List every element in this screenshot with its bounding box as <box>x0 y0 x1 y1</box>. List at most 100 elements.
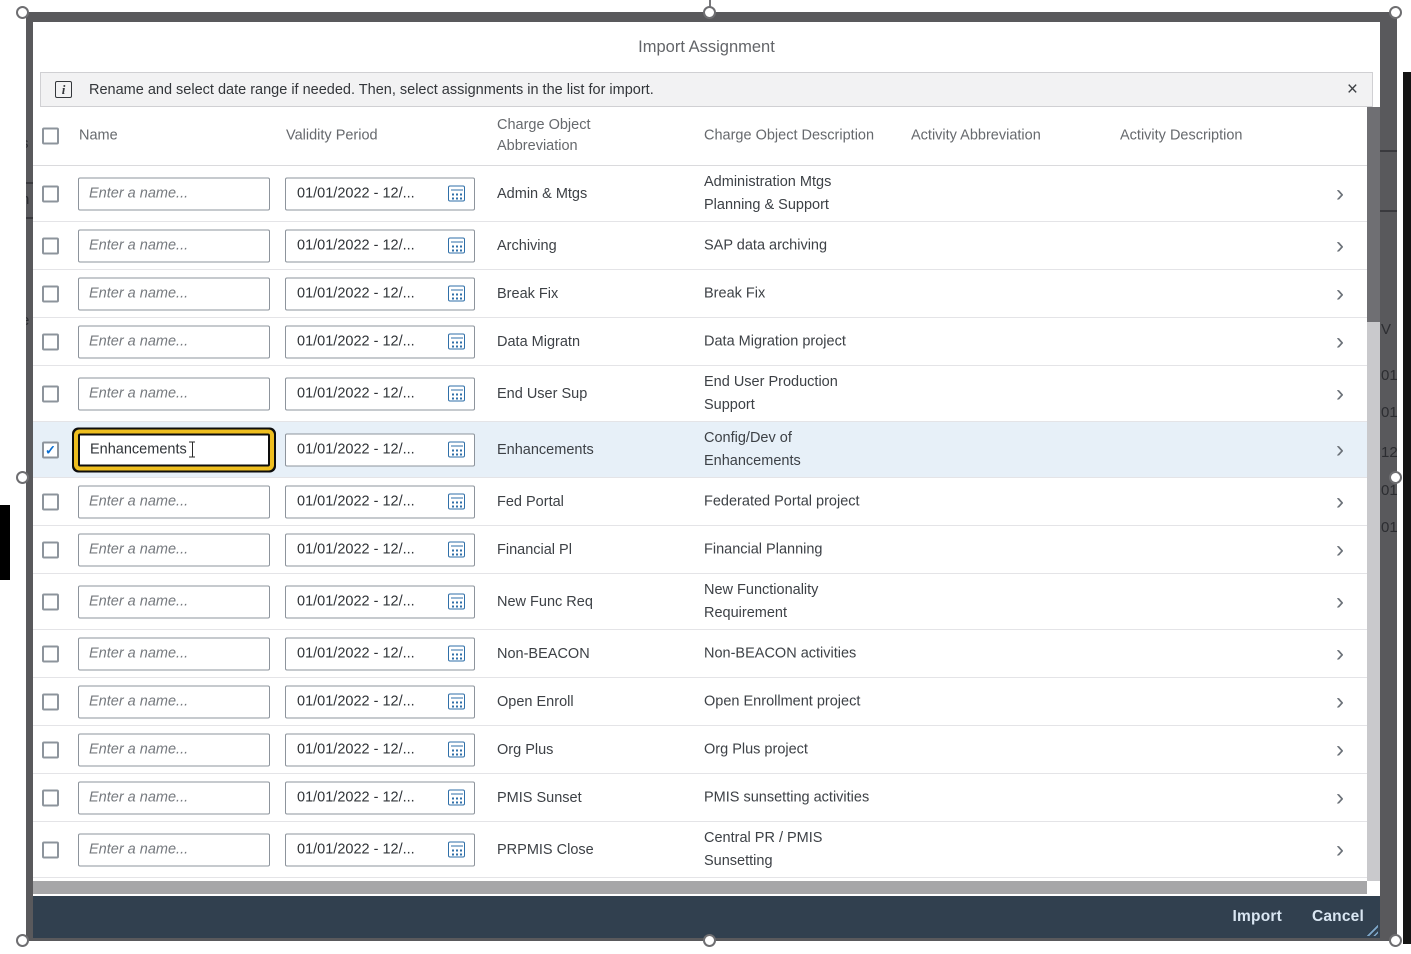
calendar-icon[interactable] <box>448 238 465 254</box>
name-input[interactable]: Enter a name... <box>78 685 270 718</box>
table-row[interactable]: Enter a name... 01/01/2022 - 12/... PMIS… <box>33 774 1367 822</box>
selection-handle-bottom-center[interactable] <box>703 934 716 947</box>
close-icon[interactable]: × <box>1347 80 1358 99</box>
name-input[interactable]: Enter a name... <box>78 733 270 766</box>
resize-grip-icon[interactable] <box>1364 922 1378 936</box>
table-row[interactable]: Enter a name... 01/01/2022 - 12/... End … <box>33 366 1367 422</box>
table-row[interactable]: Enter a name... 01/01/2022 - 12/... Admi… <box>33 166 1367 222</box>
horizontal-scrollbar[interactable] <box>33 881 1367 894</box>
validity-period-input[interactable]: 01/01/2022 - 12/... <box>285 229 475 262</box>
chevron-right-icon[interactable]: › <box>1336 642 1344 666</box>
validity-period-input[interactable]: 01/01/2022 - 12/... <box>285 377 475 410</box>
calendar-icon[interactable] <box>448 594 465 610</box>
calendar-icon[interactable] <box>448 842 465 858</box>
cancel-button[interactable]: Cancel <box>1312 908 1364 926</box>
chevron-right-icon[interactable]: › <box>1336 282 1344 306</box>
calendar-icon[interactable] <box>448 334 465 350</box>
validity-period-input[interactable]: 01/01/2022 - 12/... <box>285 533 475 566</box>
selection-handle-bottom-left[interactable] <box>16 934 29 947</box>
table-row[interactable]: Enter a name... 01/01/2022 - 12/... Data… <box>33 318 1367 366</box>
row-checkbox[interactable] <box>42 593 59 610</box>
table-row[interactable]: Enter a name... 01/01/2022 - 12/... Fed … <box>33 478 1367 526</box>
vertical-scrollbar[interactable] <box>1367 107 1380 881</box>
table-row[interactable]: Enter a name... 01/01/2022 - 12/... Arch… <box>33 222 1367 270</box>
selection-handle-middle-right[interactable] <box>1389 471 1402 484</box>
selected-screenshot-object[interactable]: sne V0101120101 Import Assignment i Rena… <box>26 12 1397 941</box>
calendar-icon[interactable] <box>448 790 465 806</box>
import-button[interactable]: Import <box>1233 908 1282 926</box>
row-checkbox[interactable] <box>42 237 59 254</box>
chevron-right-icon[interactable]: › <box>1336 234 1344 258</box>
selection-handle-top-right[interactable] <box>1389 6 1402 19</box>
validity-period-input[interactable]: 01/01/2022 - 12/... <box>285 637 475 670</box>
name-input[interactable]: Enter a name... <box>78 781 270 814</box>
table-row[interactable]: Enter a name... 01/01/2022 - 12/... New … <box>33 574 1367 630</box>
calendar-icon[interactable] <box>448 694 465 710</box>
name-input[interactable]: Enter a name... <box>78 325 270 358</box>
table-row[interactable]: ✓ Enhancements 01/01/2022 - 12/... Enhan… <box>33 422 1367 478</box>
row-checkbox[interactable] <box>42 493 59 510</box>
row-checkbox[interactable] <box>42 541 59 558</box>
selection-handle-middle-left[interactable] <box>16 471 29 484</box>
selection-handle-top-left[interactable] <box>16 6 29 19</box>
name-input[interactable]: Enter a name... <box>78 485 270 518</box>
name-input[interactable]: Enter a name... <box>78 377 270 410</box>
validity-period-input[interactable]: 01/01/2022 - 12/... <box>285 733 475 766</box>
calendar-icon[interactable] <box>448 494 465 510</box>
chevron-right-icon[interactable]: › <box>1336 590 1344 614</box>
table-row[interactable]: Enter a name... 01/01/2022 - 12/... Brea… <box>33 270 1367 318</box>
validity-period-input[interactable]: 01/01/2022 - 12/... <box>285 177 475 210</box>
row-checkbox[interactable] <box>42 841 59 858</box>
name-input[interactable]: Enter a name... <box>78 277 270 310</box>
vertical-scrollbar-thumb[interactable] <box>1367 107 1380 322</box>
chevron-right-icon[interactable]: › <box>1336 538 1344 562</box>
validity-period-input[interactable]: 01/01/2022 - 12/... <box>285 685 475 718</box>
table-row[interactable]: Enter a name... 01/01/2022 - 12/... Non-… <box>33 630 1367 678</box>
row-checkbox[interactable] <box>42 741 59 758</box>
chevron-right-icon[interactable]: › <box>1336 490 1344 514</box>
table-row[interactable]: Enter a name... 01/01/2022 - 12/... PRPM… <box>33 822 1367 878</box>
table-row[interactable]: Enter a name... 01/01/2022 - 12/... Fina… <box>33 526 1367 574</box>
chevron-right-icon[interactable]: › <box>1336 330 1344 354</box>
table-row[interactable]: Enter a name... 01/01/2022 - 12/... Org … <box>33 726 1367 774</box>
row-checkbox[interactable] <box>42 285 59 302</box>
chevron-right-icon[interactable]: › <box>1336 382 1344 406</box>
validity-period-input[interactable]: 01/01/2022 - 12/... <box>285 325 475 358</box>
select-all-checkbox[interactable] <box>42 128 59 145</box>
chevron-right-icon[interactable]: › <box>1336 838 1344 862</box>
chevron-right-icon[interactable]: › <box>1336 438 1344 462</box>
row-checkbox[interactable] <box>42 693 59 710</box>
row-checkbox[interactable]: ✓ <box>42 441 59 458</box>
calendar-icon[interactable] <box>448 286 465 302</box>
name-input[interactable]: Enter a name... <box>78 177 270 210</box>
name-input[interactable]: Enter a name... <box>78 637 270 670</box>
name-input[interactable]: Enhancements <box>78 433 270 466</box>
validity-period-input[interactable]: 01/01/2022 - 12/... <box>285 485 475 518</box>
row-checkbox[interactable] <box>42 645 59 662</box>
chevron-right-icon[interactable]: › <box>1336 786 1344 810</box>
chevron-right-icon[interactable]: › <box>1336 182 1344 206</box>
chevron-right-icon[interactable]: › <box>1336 738 1344 762</box>
calendar-icon[interactable] <box>448 542 465 558</box>
chevron-right-icon[interactable]: › <box>1336 690 1344 714</box>
calendar-icon[interactable] <box>448 386 465 402</box>
calendar-icon[interactable] <box>448 186 465 202</box>
calendar-icon[interactable] <box>448 646 465 662</box>
row-checkbox[interactable] <box>42 185 59 202</box>
name-input[interactable]: Enter a name... <box>78 533 270 566</box>
table-row[interactable]: Enter a name... 01/01/2022 - 12/... Open… <box>33 678 1367 726</box>
row-checkbox[interactable] <box>42 385 59 402</box>
row-checkbox[interactable] <box>42 789 59 806</box>
validity-period-input[interactable]: 01/01/2022 - 12/... <box>285 585 475 618</box>
validity-period-input[interactable]: 01/01/2022 - 12/... <box>285 833 475 866</box>
selection-handle-bottom-right[interactable] <box>1389 934 1402 947</box>
name-input[interactable]: Enter a name... <box>78 833 270 866</box>
selection-handle-top-center[interactable] <box>703 6 716 19</box>
row-checkbox[interactable] <box>42 333 59 350</box>
name-input[interactable]: Enter a name... <box>78 585 270 618</box>
calendar-icon[interactable] <box>448 742 465 758</box>
calendar-icon[interactable] <box>448 442 465 458</box>
validity-period-input[interactable]: 01/01/2022 - 12/... <box>285 433 475 466</box>
validity-period-input[interactable]: 01/01/2022 - 12/... <box>285 781 475 814</box>
validity-period-input[interactable]: 01/01/2022 - 12/... <box>285 277 475 310</box>
